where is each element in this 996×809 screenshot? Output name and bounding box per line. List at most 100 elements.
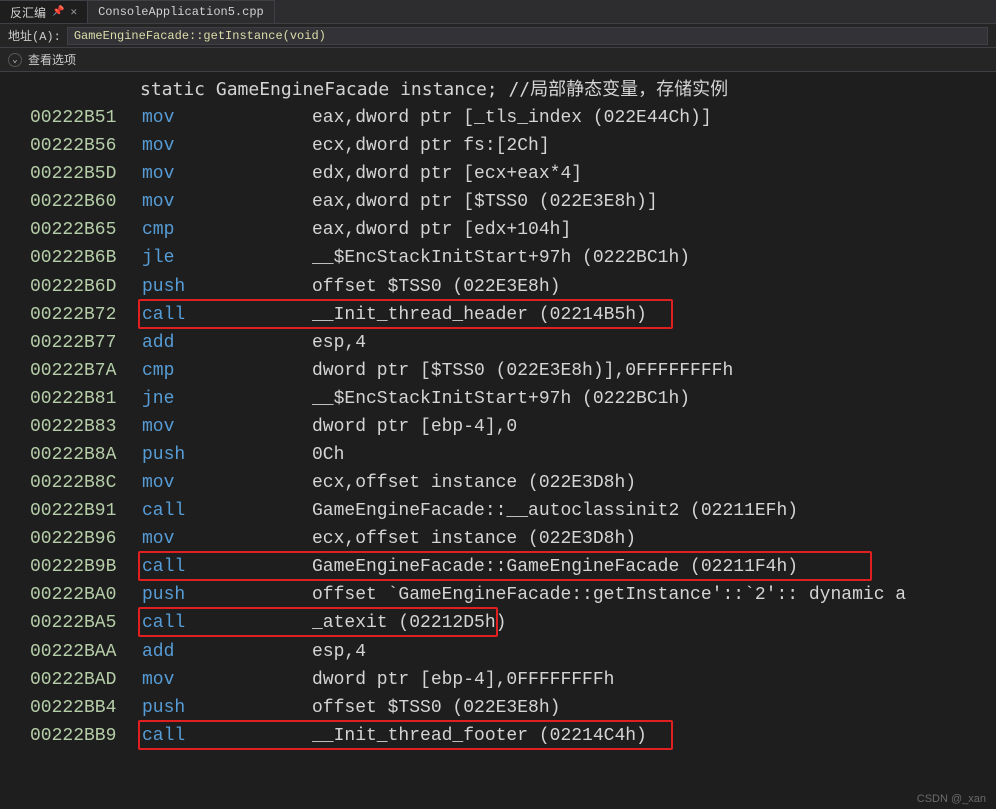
asm-line[interactable]: 00222B6Bjle __$EncStackInitStart+97h (022… [0,244,996,272]
asm-line[interactable]: 00222B91call GameEngineFacade::__autoclas… [0,497,996,525]
asm-operands: _atexit (02212D5h) [312,609,966,637]
asm-operands: offset `GameEngineFacade::getInstance'::… [312,581,966,609]
asm-mnemonic: call [142,497,185,525]
asm-address: 00222BB9 [30,722,142,750]
asm-address: 00222B65 [30,216,142,244]
asm-operands: esp,4 [312,638,966,666]
asm-address: 00222B7A [30,357,142,385]
asm-mnemonic: cmp [142,216,174,244]
pin-icon[interactable]: 📌 [52,6,64,18]
asm-operands: ecx,offset instance (022E3D8h) [312,469,966,497]
tab-bar: 反汇编 📌 ✕ ConsoleApplication5.cpp [0,0,996,24]
chevron-down-icon[interactable]: ⌄ [8,53,22,67]
asm-line[interactable]: 00222BB9call__Init_thread_footer (02214C… [0,722,996,750]
asm-mnemonic: mov [142,132,174,160]
asm-line[interactable]: 00222B51moveax,dword ptr [_tls_index (02… [0,104,996,132]
asm-mnemonic: mov [142,525,174,553]
asm-mnemonic: mov [142,666,174,694]
watermark: CSDN @_xan [917,793,986,805]
asm-address: 00222B56 [30,132,142,160]
asm-address: 00222B9B [30,553,142,581]
asm-address: 00222B6D [30,273,142,301]
asm-mnemonic: jne [142,385,174,413]
asm-line[interactable]: 00222B72call __Init_thread_header (02214B… [0,301,996,329]
asm-operands: __Init_thread_footer (02214C4h) [312,722,966,750]
asm-line[interactable]: 00222B65cmp eax,dword ptr [edx+104h] [0,216,996,244]
asm-operands: __Init_thread_header (02214B5h) [312,301,966,329]
asm-mnemonic: push [142,441,185,469]
asm-line[interactable]: 00222BB4push offset $TSS0 (022E3E8h) [0,694,996,722]
asm-mnemonic: push [142,694,185,722]
asm-address: 00222B51 [30,104,142,132]
asm-mnemonic: call [142,301,185,329]
asm-address: 00222B72 [30,301,142,329]
asm-address: 00222B91 [30,497,142,525]
tab-disassembly[interactable]: 反汇编 📌 ✕ [0,0,88,23]
asm-line[interactable]: 00222B56mov ecx,dword ptr fs:[2Ch] [0,132,996,160]
asm-address: 00222BAD [30,666,142,694]
asm-mnemonic: push [142,273,185,301]
asm-mnemonic: add [142,638,174,666]
asm-operands: eax,dword ptr [$TSS0 (022E3E8h)] [312,188,966,216]
asm-line[interactable]: 00222B7Acmp dword ptr [$TSS0 (022E3E8h)],… [0,357,996,385]
asm-line[interactable]: 00222B9Bcall GameEngineFacade::GameEngine… [0,553,996,581]
asm-operands: __$EncStackInitStart+97h (0222BC1h) [312,244,966,272]
address-input[interactable] [67,27,988,45]
asm-line[interactable]: 00222B8Cmov ecx,offset instance (022E3D8h… [0,469,996,497]
options-bar[interactable]: ⌄ 查看选项 [0,48,996,72]
asm-operands: GameEngineFacade::GameEngineFacade (0221… [312,553,966,581]
asm-operands: esp,4 [312,329,966,357]
asm-line[interactable]: 00222BADmovdword ptr [ebp-4],0FFFFFFFFh [0,666,996,694]
asm-operands: dword ptr [$TSS0 (022E3E8h)],0FFFFFFFFh [312,357,966,385]
asm-operands: offset $TSS0 (022E3E8h) [312,273,966,301]
asm-line[interactable]: 00222B77addesp,4 [0,329,996,357]
asm-address: 00222B96 [30,525,142,553]
address-label: 地址(A): [8,27,61,44]
asm-address: 00222B8C [30,469,142,497]
asm-operands: GameEngineFacade::__autoclassinit2 (0221… [312,497,966,525]
asm-operands: 0Ch [312,441,966,469]
asm-mnemonic: jle [142,244,174,272]
asm-address: 00222B60 [30,188,142,216]
address-bar: 地址(A): [0,24,996,48]
asm-address: 00222B6B [30,244,142,272]
tab-label: 反汇编 [10,4,46,21]
asm-mnemonic: mov [142,469,174,497]
asm-mnemonic: cmp [142,357,174,385]
options-label: 查看选项 [28,51,76,68]
asm-line[interactable]: 00222B6Dpush offset $TSS0 (022E3E8h) [0,273,996,301]
asm-line[interactable]: 00222BAAadd esp,4 [0,638,996,666]
asm-mnemonic: add [142,329,174,357]
asm-mnemonic: call [142,609,185,637]
close-icon[interactable]: ✕ [70,5,77,19]
asm-mnemonic: mov [142,104,174,132]
asm-line[interactable]: 00222BA5call _atexit (02212D5h) [0,609,996,637]
asm-line[interactable]: 00222B83movdword ptr [ebp-4],0 [0,413,996,441]
asm-address: 00222BAA [30,638,142,666]
asm-mnemonic: mov [142,413,174,441]
asm-line[interactable]: 00222B8Apush 0Ch [0,441,996,469]
asm-address: 00222B8A [30,441,142,469]
asm-mnemonic: mov [142,188,174,216]
source-comment-line: static GameEngineFacade instance; //局部静态… [0,76,996,104]
asm-line[interactable]: 00222BA0push offset `GameEngineFacade::ge… [0,581,996,609]
asm-line[interactable]: 00222B60mov eax,dword ptr [$TSS0 (022E3E8… [0,188,996,216]
asm-operands: eax,dword ptr [edx+104h] [312,216,966,244]
tab-source-file[interactable]: ConsoleApplication5.cpp [88,0,275,23]
asm-mnemonic: push [142,581,185,609]
asm-address: 00222B81 [30,385,142,413]
asm-operands: __$EncStackInitStart+97h (0222BC1h) [312,385,966,413]
asm-operands: edx,dword ptr [ecx+eax*4] [312,160,966,188]
asm-address: 00222BB4 [30,694,142,722]
asm-address: 00222BA0 [30,581,142,609]
asm-operands: offset $TSS0 (022E3E8h) [312,694,966,722]
disassembly-view[interactable]: static GameEngineFacade instance; //局部静态… [0,72,996,754]
asm-address: 00222B5D [30,160,142,188]
asm-mnemonic: mov [142,160,174,188]
asm-address: 00222BA5 [30,609,142,637]
asm-line[interactable]: 00222B96movecx,offset instance (022E3D8h… [0,525,996,553]
asm-mnemonic: call [142,553,185,581]
asm-operands: ecx,dword ptr fs:[2Ch] [312,132,966,160]
asm-line[interactable]: 00222B81jne __$EncStackInitStart+97h (022… [0,385,996,413]
asm-line[interactable]: 00222B5Dmov edx,dword ptr [ecx+eax*4] [0,160,996,188]
